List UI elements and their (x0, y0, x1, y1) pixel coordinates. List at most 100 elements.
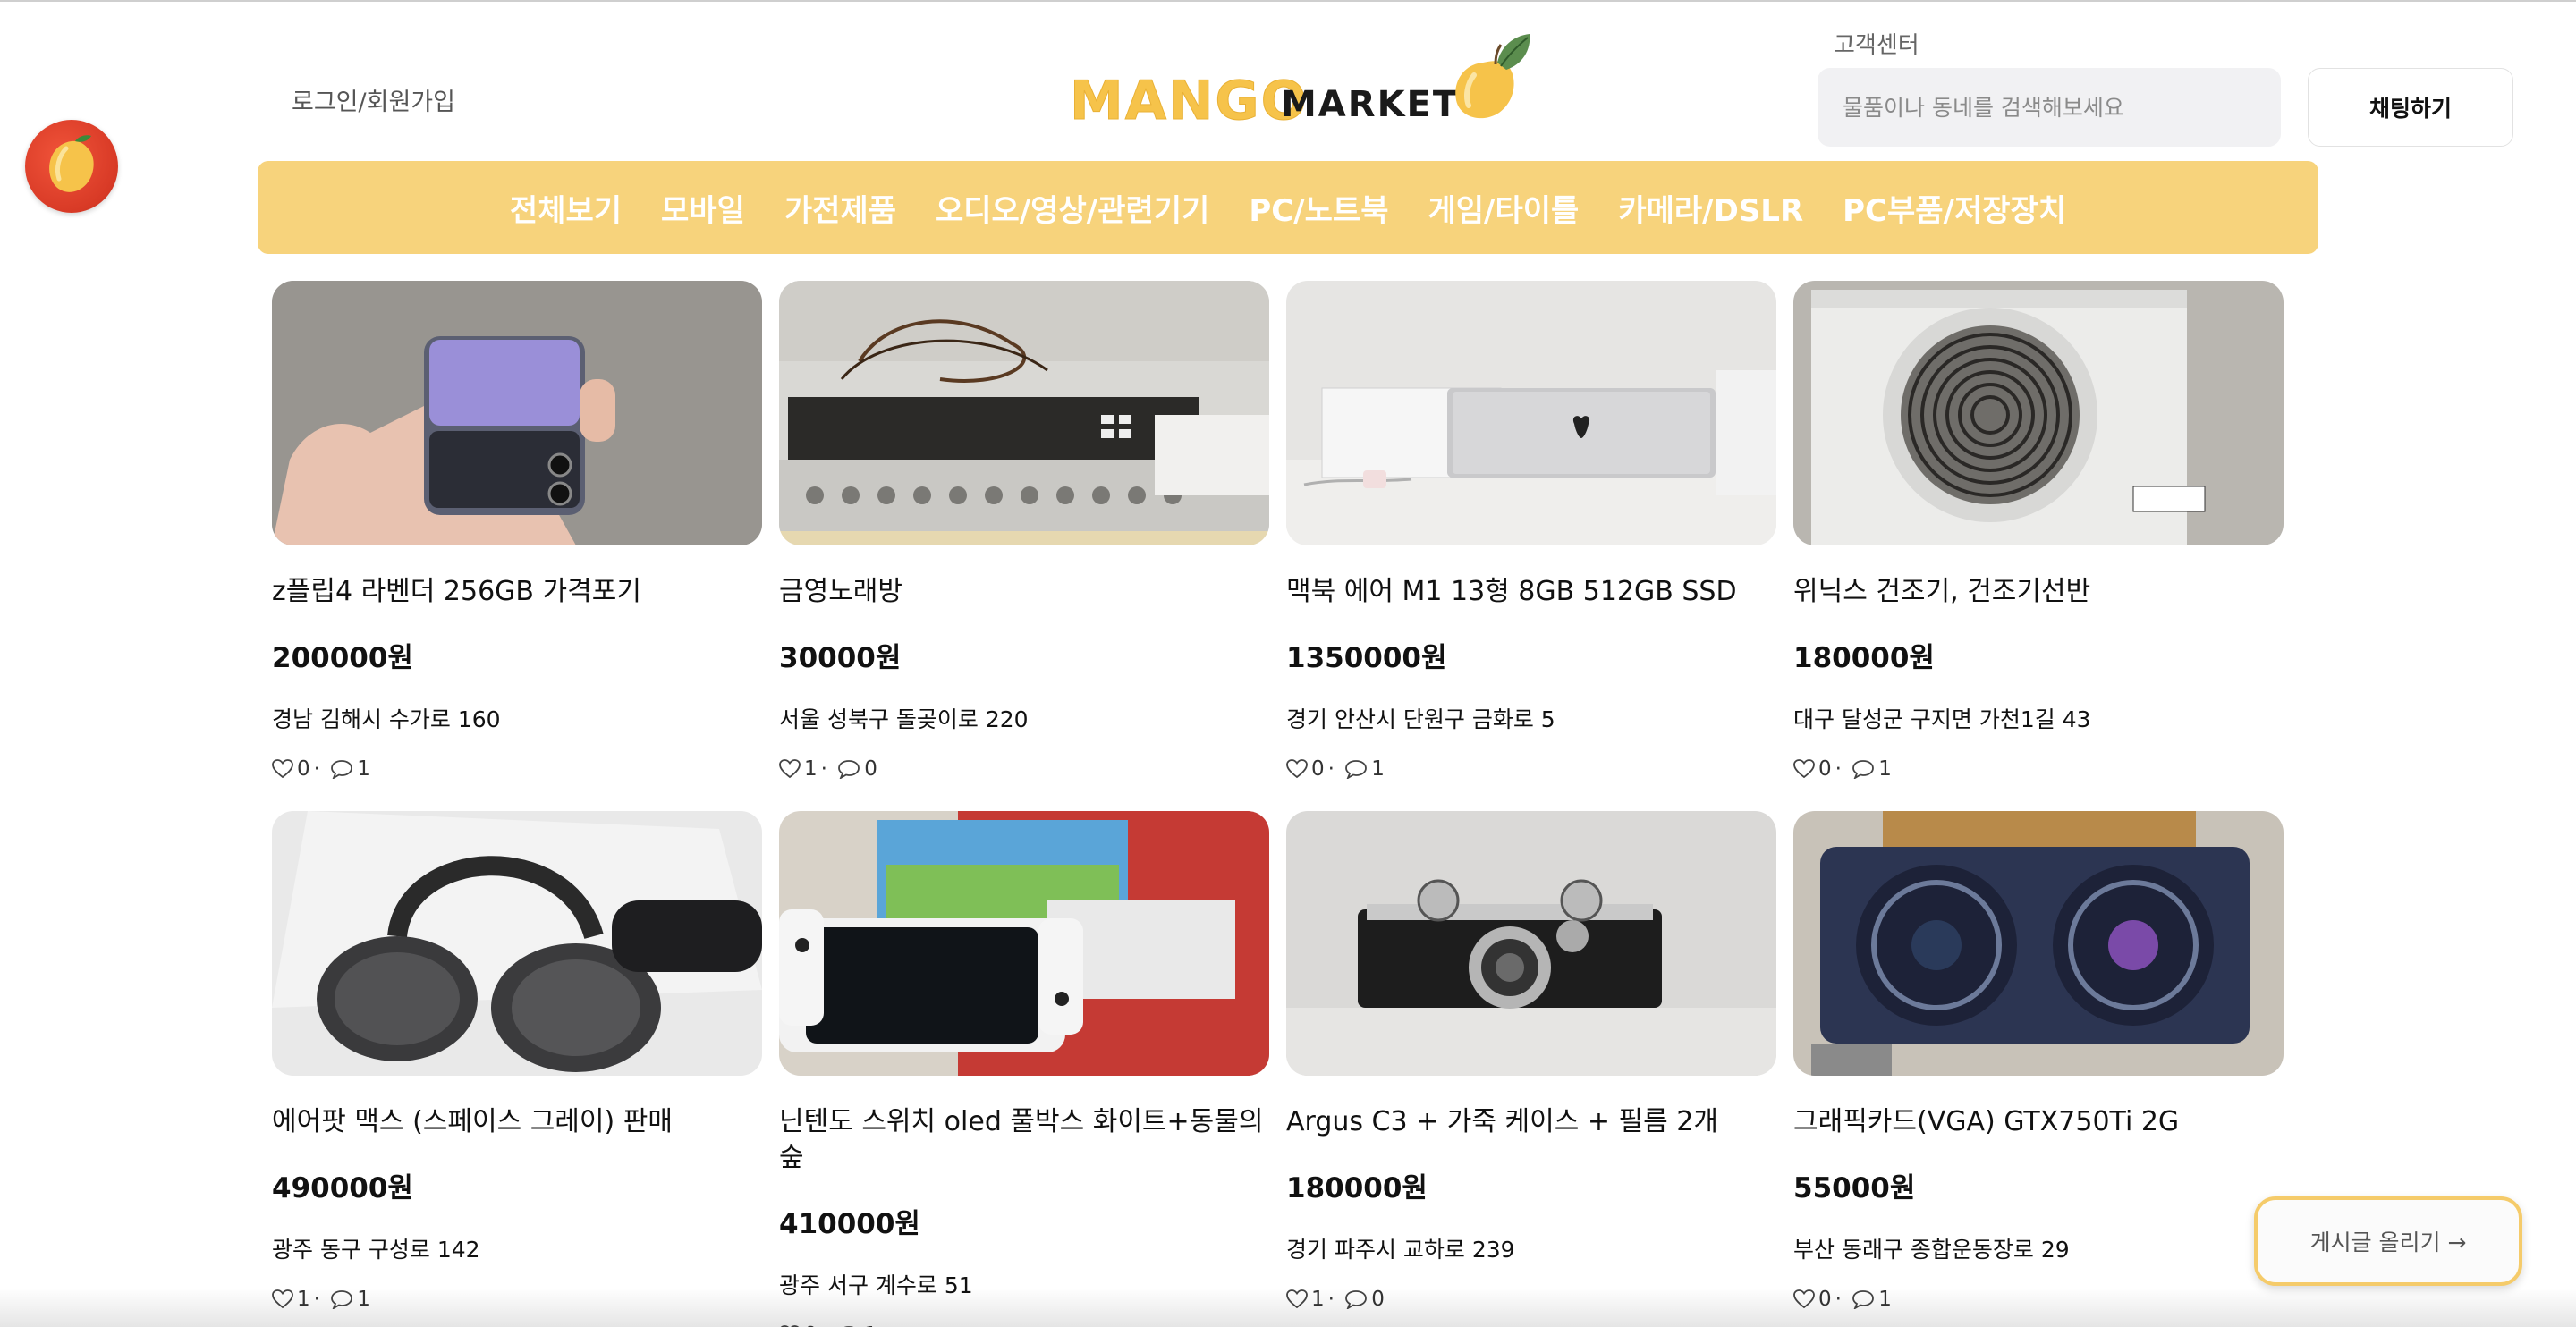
site-logo[interactable]: MANGO MARKET (1070, 29, 1535, 133)
product-title[interactable]: 닌텐도 스위치 oled 풀박스 화이트+동물의 숲 (779, 1104, 1269, 1176)
category-appliances[interactable]: 가전제품 (784, 186, 896, 230)
product-card[interactable]: 맥북 에어 M1 13형 8GB 512GB SSD 1350000원 경기 안… (1286, 281, 1776, 781)
product-address: 서울 성북구 돌곶이로 220 (779, 706, 1029, 732)
category-games[interactable]: 게임/타이틀 (1428, 186, 1579, 230)
product-title[interactable]: 위닉스 건조기, 건조기선반 (1793, 574, 2284, 610)
comment-icon (1345, 760, 1368, 779)
product-price: 410000원 (779, 1208, 920, 1240)
product-image[interactable] (779, 811, 1269, 1076)
like-count: 0 (297, 757, 310, 781)
product-image[interactable] (272, 811, 762, 1076)
mango-avatar[interactable] (25, 120, 118, 213)
product-title[interactable]: z플립4 라벤더 256GB 가격포기 (272, 574, 762, 610)
product-meta: 1 · 0 (779, 757, 1269, 781)
product-title[interactable]: 에어팟 맥스 (스페이스 그레이) 판매 (272, 1104, 762, 1140)
product-card[interactable]: 에어팟 맥스 (스페이스 그레이) 판매 490000원 광주 동구 구성로 1… (272, 811, 762, 1311)
product-title[interactable]: 금영노래방 (779, 574, 1269, 610)
product-image[interactable] (1793, 281, 2284, 545)
meta-separator: · (820, 757, 835, 781)
category-pc-laptop[interactable]: PC/노트북 (1249, 186, 1388, 230)
mango-icon (49, 135, 94, 192)
logo-text-mango: MANGO (1070, 70, 1309, 133)
category-audio-video[interactable]: 오디오/영상/관련기기 (936, 186, 1209, 230)
product-price: 180000원 (1793, 642, 1935, 674)
product-title[interactable]: 그래픽카드(VGA) GTX750Ti 2G (1793, 1104, 2284, 1140)
product-image[interactable] (1286, 811, 1776, 1076)
product-address: 광주 서구 계수로 51 (779, 1272, 973, 1298)
like-count: 0 (1818, 1288, 1832, 1311)
product-meta: 1 · 0 (1286, 1288, 1776, 1311)
comment-icon (1852, 1290, 1875, 1309)
comment-icon (331, 1290, 353, 1309)
product-meta: 1 · 1 (272, 1288, 762, 1311)
meta-separator: · (313, 757, 327, 781)
product-address: 경기 안산시 단원구 금화로 5 (1286, 706, 1555, 732)
product-price: 180000원 (1286, 1172, 1428, 1204)
product-address: 경기 파주시 교하로 239 (1286, 1237, 1515, 1263)
comment-count: 0 (864, 757, 877, 781)
product-card[interactable]: Argus C3 + 가죽 케이스 + 필름 2개 180000원 경기 파주시… (1286, 811, 1776, 1311)
comment-icon (1345, 1290, 1368, 1309)
heart-icon (272, 1289, 293, 1309)
comment-count: 1 (1878, 1288, 1892, 1311)
comment-count: 1 (357, 757, 370, 781)
product-meta: 0· 1 (272, 757, 762, 781)
product-card[interactable]: z플립4 라벤더 256GB 가격포기 200000원 경남 김해시 수가로 1… (272, 281, 762, 781)
category-pc-parts[interactable]: PC부품/저장장치 (1843, 186, 2066, 230)
logo-text-market: MARKET (1281, 84, 1460, 125)
product-price: 490000원 (272, 1172, 413, 1204)
like-count: 0 (804, 1323, 818, 1327)
login-signup-link[interactable]: 로그인/회원가입 (292, 82, 455, 117)
product-address: 경남 김해시 수가로 160 (272, 706, 501, 732)
meta-separator: · (1327, 757, 1342, 781)
meta-separator: · (313, 1288, 327, 1311)
heart-icon (779, 759, 801, 779)
write-post-button[interactable]: 게시글 올리기 → (2254, 1196, 2522, 1286)
meta-separator: · (821, 1323, 835, 1327)
heart-icon (1286, 759, 1308, 779)
product-image[interactable] (1793, 811, 2284, 1076)
product-address: 광주 동구 구성로 142 (272, 1237, 480, 1263)
product-price: 55000원 (1793, 1172, 1916, 1204)
product-image[interactable] (779, 281, 1269, 545)
product-meta: 0· 1 (779, 1323, 1269, 1327)
like-count: 0 (1311, 757, 1325, 781)
product-title[interactable]: Argus C3 + 가죽 케이스 + 필름 2개 (1286, 1104, 1776, 1140)
comment-count: 1 (1878, 757, 1892, 781)
heart-icon (272, 759, 293, 779)
meta-separator: · (1835, 757, 1849, 781)
product-address: 부산 동래구 종합운동장로 29 (1793, 1237, 2070, 1263)
like-count: 1 (804, 757, 818, 781)
search-input[interactable] (1818, 68, 2281, 147)
product-meta: 0· 1 (1286, 757, 1776, 781)
comment-count: 1 (864, 1323, 877, 1327)
product-meta: 0· 1 (1793, 757, 2284, 781)
meta-separator: · (1327, 1288, 1342, 1311)
customer-center-link[interactable]: 고객센터 (1834, 27, 1919, 60)
comment-count: 1 (1371, 757, 1385, 781)
mango-logo-icon (1455, 34, 1530, 119)
product-card[interactable]: 위닉스 건조기, 건조기선반 180000원 대구 달성군 구지면 가천1길 4… (1793, 281, 2284, 781)
product-address: 대구 달성군 구지면 가천1길 43 (1793, 706, 2091, 732)
comment-count: 0 (1371, 1288, 1385, 1311)
heart-icon (1286, 1289, 1308, 1309)
top-border (0, 0, 2576, 2)
category-nav: 전체보기 모바일 가전제품 오디오/영상/관련기기 PC/노트북 게임/타이틀 … (258, 161, 2318, 254)
product-price: 200000원 (272, 642, 413, 674)
like-count: 1 (297, 1288, 310, 1311)
comment-icon (1852, 760, 1875, 779)
comment-icon (331, 760, 353, 779)
product-card[interactable]: 그래픽카드(VGA) GTX750Ti 2G 55000원 부산 동래구 종합운… (1793, 811, 2284, 1311)
product-image[interactable] (272, 281, 762, 545)
category-mobile[interactable]: 모바일 (661, 186, 745, 230)
category-camera[interactable]: 카메라/DSLR (1618, 186, 1803, 230)
category-all[interactable]: 전체보기 (510, 186, 622, 230)
product-card[interactable]: 닌텐도 스위치 oled 풀박스 화이트+동물의 숲 410000원 광주 서구… (779, 811, 1269, 1327)
product-image[interactable] (1286, 281, 1776, 545)
heart-icon (1793, 1289, 1815, 1309)
product-title[interactable]: 맥북 에어 M1 13형 8GB 512GB SSD (1286, 574, 1776, 610)
comment-count: 1 (357, 1288, 370, 1311)
chat-button[interactable]: 채팅하기 (2308, 68, 2513, 147)
product-card[interactable]: 금영노래방 30000원 서울 성북구 돌곶이로 220 1 · 0 (779, 281, 1269, 781)
like-count: 1 (1311, 1288, 1325, 1311)
